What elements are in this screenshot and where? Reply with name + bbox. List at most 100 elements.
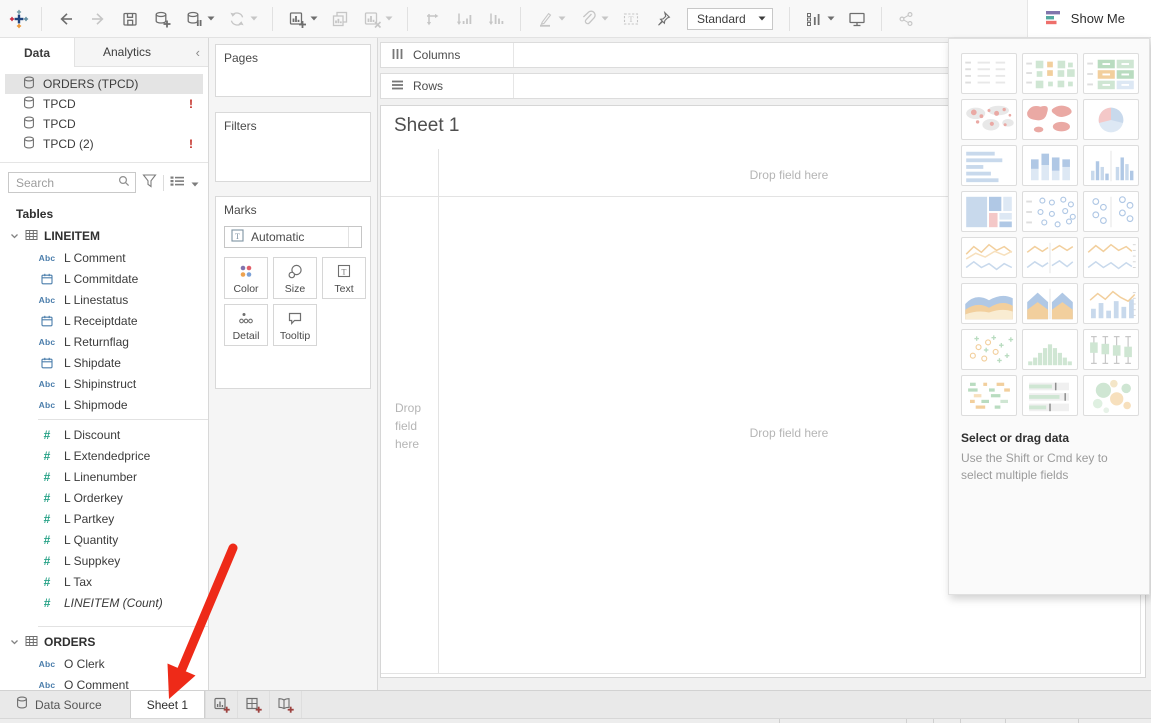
marks-button-tooltip[interactable]: Tooltip bbox=[273, 304, 317, 346]
share-button[interactable] bbox=[896, 9, 916, 29]
search-input[interactable]: Search bbox=[8, 172, 136, 193]
gantt-thumbnail[interactable] bbox=[961, 375, 1017, 416]
box-and-whisker-thumbnail[interactable] bbox=[1083, 329, 1139, 370]
heat-map-thumbnail[interactable] bbox=[1022, 53, 1078, 94]
lines-discrete-thumbnail[interactable] bbox=[1022, 237, 1078, 278]
collapse-pane-icon[interactable]: ‹ bbox=[188, 38, 208, 66]
redo-button[interactable] bbox=[88, 9, 108, 29]
bullet-graph-thumbnail[interactable] bbox=[1022, 375, 1078, 416]
show-me-button[interactable]: Show Me bbox=[1027, 0, 1151, 37]
field-item[interactable]: AbcL Shipmode bbox=[0, 394, 208, 415]
pin-button[interactable] bbox=[653, 9, 673, 29]
tab-analytics[interactable]: Analytics bbox=[75, 38, 179, 66]
field-item[interactable]: L Shipdate bbox=[0, 352, 208, 373]
sort-descending-button[interactable] bbox=[486, 9, 506, 29]
show-me-icon bbox=[1046, 10, 1063, 28]
circle-views-thumbnail[interactable] bbox=[1022, 191, 1078, 232]
field-item[interactable]: #L Discount bbox=[0, 424, 208, 445]
chevron-down-icon[interactable] bbox=[10, 229, 19, 243]
chevron-down-icon[interactable] bbox=[348, 227, 361, 247]
field-item[interactable]: AbcO Clerk bbox=[0, 653, 208, 674]
text-object-button[interactable]: T bbox=[621, 9, 641, 29]
marks-button-color[interactable]: Color bbox=[224, 257, 268, 299]
field-item[interactable]: AbcL Comment bbox=[0, 247, 208, 268]
stacked-bars-thumbnail[interactable] bbox=[1022, 145, 1078, 186]
new-story-button[interactable] bbox=[270, 691, 302, 718]
tab-sheet-1[interactable]: Sheet 1 bbox=[130, 691, 205, 718]
field-item[interactable]: #L Extendedprice bbox=[0, 445, 208, 466]
lines-continuous-thumbnail[interactable] bbox=[961, 237, 1017, 278]
marks-button-size[interactable]: Size bbox=[273, 257, 317, 299]
data-source-item[interactable]: ORDERS (TPCD) bbox=[5, 74, 203, 94]
packed-bubbles-thumbnail[interactable] bbox=[1083, 375, 1139, 416]
new-data-source-button[interactable] bbox=[152, 9, 172, 29]
marks-card: Marks T Automatic ColorSizeTText DetailTo… bbox=[215, 196, 371, 389]
marks-label: Marks bbox=[224, 203, 257, 217]
undo-button[interactable] bbox=[56, 9, 76, 29]
pause-auto-updates-button[interactable] bbox=[184, 9, 215, 29]
view-as-list-icon[interactable] bbox=[170, 175, 185, 190]
text-table-thumbnail[interactable] bbox=[961, 53, 1017, 94]
symbol-map-thumbnail[interactable] bbox=[961, 99, 1017, 140]
treemap-thumbnail[interactable] bbox=[961, 191, 1017, 232]
attach-button[interactable] bbox=[578, 9, 609, 29]
chevron-down-icon[interactable] bbox=[191, 176, 199, 190]
dual-combination-thumbnail[interactable] bbox=[1083, 283, 1139, 324]
chevron-down-icon[interactable] bbox=[10, 635, 19, 649]
field-item[interactable]: L Receiptdate bbox=[0, 310, 208, 331]
tab-data-source[interactable]: Data Source bbox=[0, 691, 118, 718]
side-by-side-circles-thumbnail[interactable] bbox=[1083, 191, 1139, 232]
pages-shelf[interactable]: Pages bbox=[215, 44, 371, 97]
mark-type-dropdown[interactable]: T Automatic bbox=[224, 226, 362, 248]
data-source-item[interactable]: TPCD bbox=[5, 114, 203, 134]
horizontal-bars-thumbnail[interactable] bbox=[961, 145, 1017, 186]
filter-fields-icon[interactable] bbox=[142, 174, 157, 191]
drop-zone-rows[interactable]: Drop field here bbox=[395, 399, 435, 453]
table-icon bbox=[25, 635, 38, 650]
duplicate-sheet-button[interactable] bbox=[330, 9, 350, 29]
field-item[interactable]: #L Quantity bbox=[0, 529, 208, 550]
shelf-cards-pane: Pages Filters Marks T Automatic ColorSiz… bbox=[209, 38, 378, 690]
histogram-thumbnail[interactable] bbox=[1022, 329, 1078, 370]
clear-sheet-button[interactable] bbox=[362, 9, 393, 29]
sort-ascending-button[interactable] bbox=[454, 9, 474, 29]
data-source-item[interactable]: TPCD! bbox=[5, 94, 203, 114]
field-item[interactable]: #L Linenumber bbox=[0, 466, 208, 487]
area-discrete-thumbnail[interactable] bbox=[1022, 283, 1078, 324]
dual-lines-thumbnail[interactable] bbox=[1083, 237, 1139, 278]
new-worksheet-button[interactable] bbox=[205, 691, 238, 718]
field-item[interactable]: L Commitdate bbox=[0, 268, 208, 289]
chevron-down-icon bbox=[601, 16, 609, 21]
new-worksheet-button[interactable] bbox=[287, 9, 318, 29]
tab-data[interactable]: Data bbox=[0, 38, 75, 67]
field-item[interactable]: AbcO Comment bbox=[0, 674, 208, 690]
side-by-side-bars-thumbnail[interactable] bbox=[1083, 145, 1139, 186]
filters-shelf[interactable]: Filters bbox=[215, 112, 371, 182]
fit-selector[interactable]: Standard bbox=[687, 8, 773, 30]
data-source-item[interactable]: TPCD (2)! bbox=[5, 134, 203, 154]
run-auto-updates-button[interactable] bbox=[227, 9, 258, 29]
table-lineitem[interactable]: LINEITEM bbox=[0, 225, 208, 247]
presentation-mode-button[interactable] bbox=[847, 9, 867, 29]
marks-button-detail[interactable]: Detail bbox=[224, 304, 268, 346]
field-item[interactable]: #L Tax bbox=[0, 571, 208, 592]
pie-chart-thumbnail[interactable] bbox=[1083, 99, 1139, 140]
filled-map-thumbnail[interactable] bbox=[1022, 99, 1078, 140]
field-item[interactable]: #L Partkey bbox=[0, 508, 208, 529]
table-orders[interactable]: ORDERS bbox=[0, 631, 208, 653]
highlight-table-thumbnail[interactable] bbox=[1083, 53, 1139, 94]
save-button[interactable] bbox=[120, 9, 140, 29]
field-item[interactable]: AbcL Linestatus bbox=[0, 289, 208, 310]
swap-rows-columns-button[interactable] bbox=[422, 9, 442, 29]
show-mark-labels-button[interactable] bbox=[804, 9, 835, 29]
field-item[interactable]: #L Suppkey bbox=[0, 550, 208, 571]
new-dashboard-button[interactable] bbox=[238, 691, 270, 718]
area-continuous-thumbnail[interactable] bbox=[961, 283, 1017, 324]
field-item[interactable]: AbcL Returnflag bbox=[0, 331, 208, 352]
marks-button-text[interactable]: TText bbox=[322, 257, 366, 299]
field-item[interactable]: AbcL Shipinstruct bbox=[0, 373, 208, 394]
scatter-plot-thumbnail[interactable] bbox=[961, 329, 1017, 370]
field-item[interactable]: #LINEITEM (Count) bbox=[0, 592, 208, 613]
highlight-button[interactable] bbox=[535, 9, 566, 29]
field-item[interactable]: #L Orderkey bbox=[0, 487, 208, 508]
